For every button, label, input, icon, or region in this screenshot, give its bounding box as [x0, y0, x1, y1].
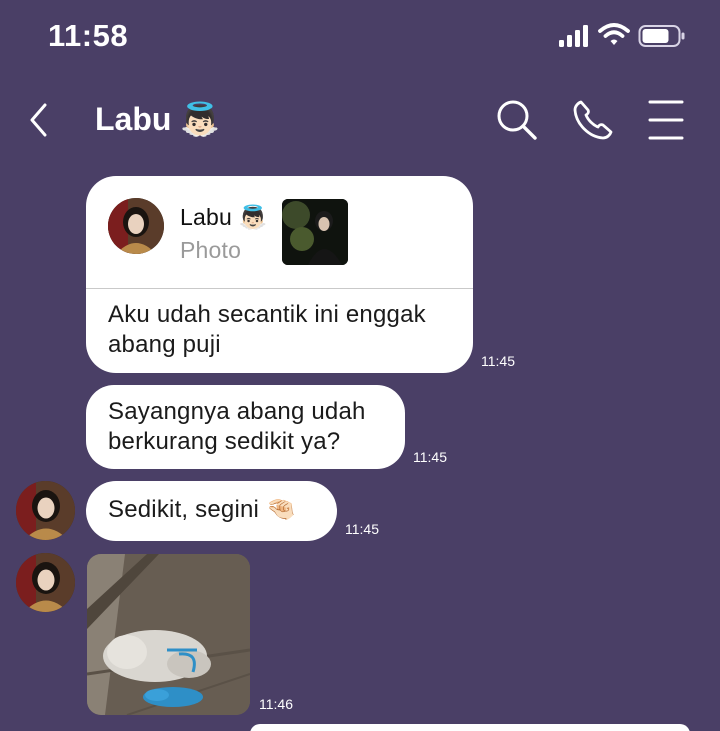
phone-icon[interactable]	[571, 98, 615, 142]
reply-message[interactable]: Labu 👼🏻 Photo Aku udah secantik ini engg…	[86, 176, 473, 373]
signal-icon	[559, 25, 588, 47]
wifi-icon	[598, 23, 630, 45]
message-bubble[interactable]: Sayangnya abang udah berkurang sedikit y…	[86, 385, 405, 469]
avatar[interactable]	[16, 553, 75, 612]
back-button[interactable]	[26, 100, 56, 140]
message-time: 11:45	[345, 521, 379, 537]
quoted-type-label: Photo	[180, 237, 242, 263]
status-time: 11:58	[48, 18, 129, 53]
avatar	[108, 198, 164, 254]
chat-screen: 11:58 Labu 👼🏻 Labu 👼🏻 Photo Aku udah sec…	[0, 0, 720, 731]
avatar[interactable]	[16, 481, 75, 540]
message-time: 11:45	[481, 353, 515, 369]
message-text: Sayangnya abang udah berkurang sedikit y…	[108, 398, 366, 455]
message-time: 11:46	[259, 696, 293, 712]
menu-icon[interactable]	[644, 98, 688, 142]
message-bubble[interactable]	[250, 724, 690, 731]
message-text: Aku udah secantik ini enggak abang puji	[108, 301, 426, 358]
message-time: 11:45	[413, 449, 447, 465]
quoted-sender-name: Labu 👼🏻	[180, 204, 268, 230]
contact-name[interactable]: Labu 👼🏻	[95, 100, 220, 138]
quoted-photo-thumbnail	[282, 199, 348, 265]
photo-message[interactable]	[87, 554, 250, 715]
quoted-message[interactable]: Labu 👼🏻 Photo	[86, 176, 473, 289]
search-icon[interactable]	[495, 98, 539, 142]
message-bubble[interactable]: Sedikit, segini 🤏🏻	[86, 481, 337, 541]
battery-icon	[638, 25, 685, 47]
message-text: Sedikit, segini 🤏🏻	[108, 496, 297, 523]
